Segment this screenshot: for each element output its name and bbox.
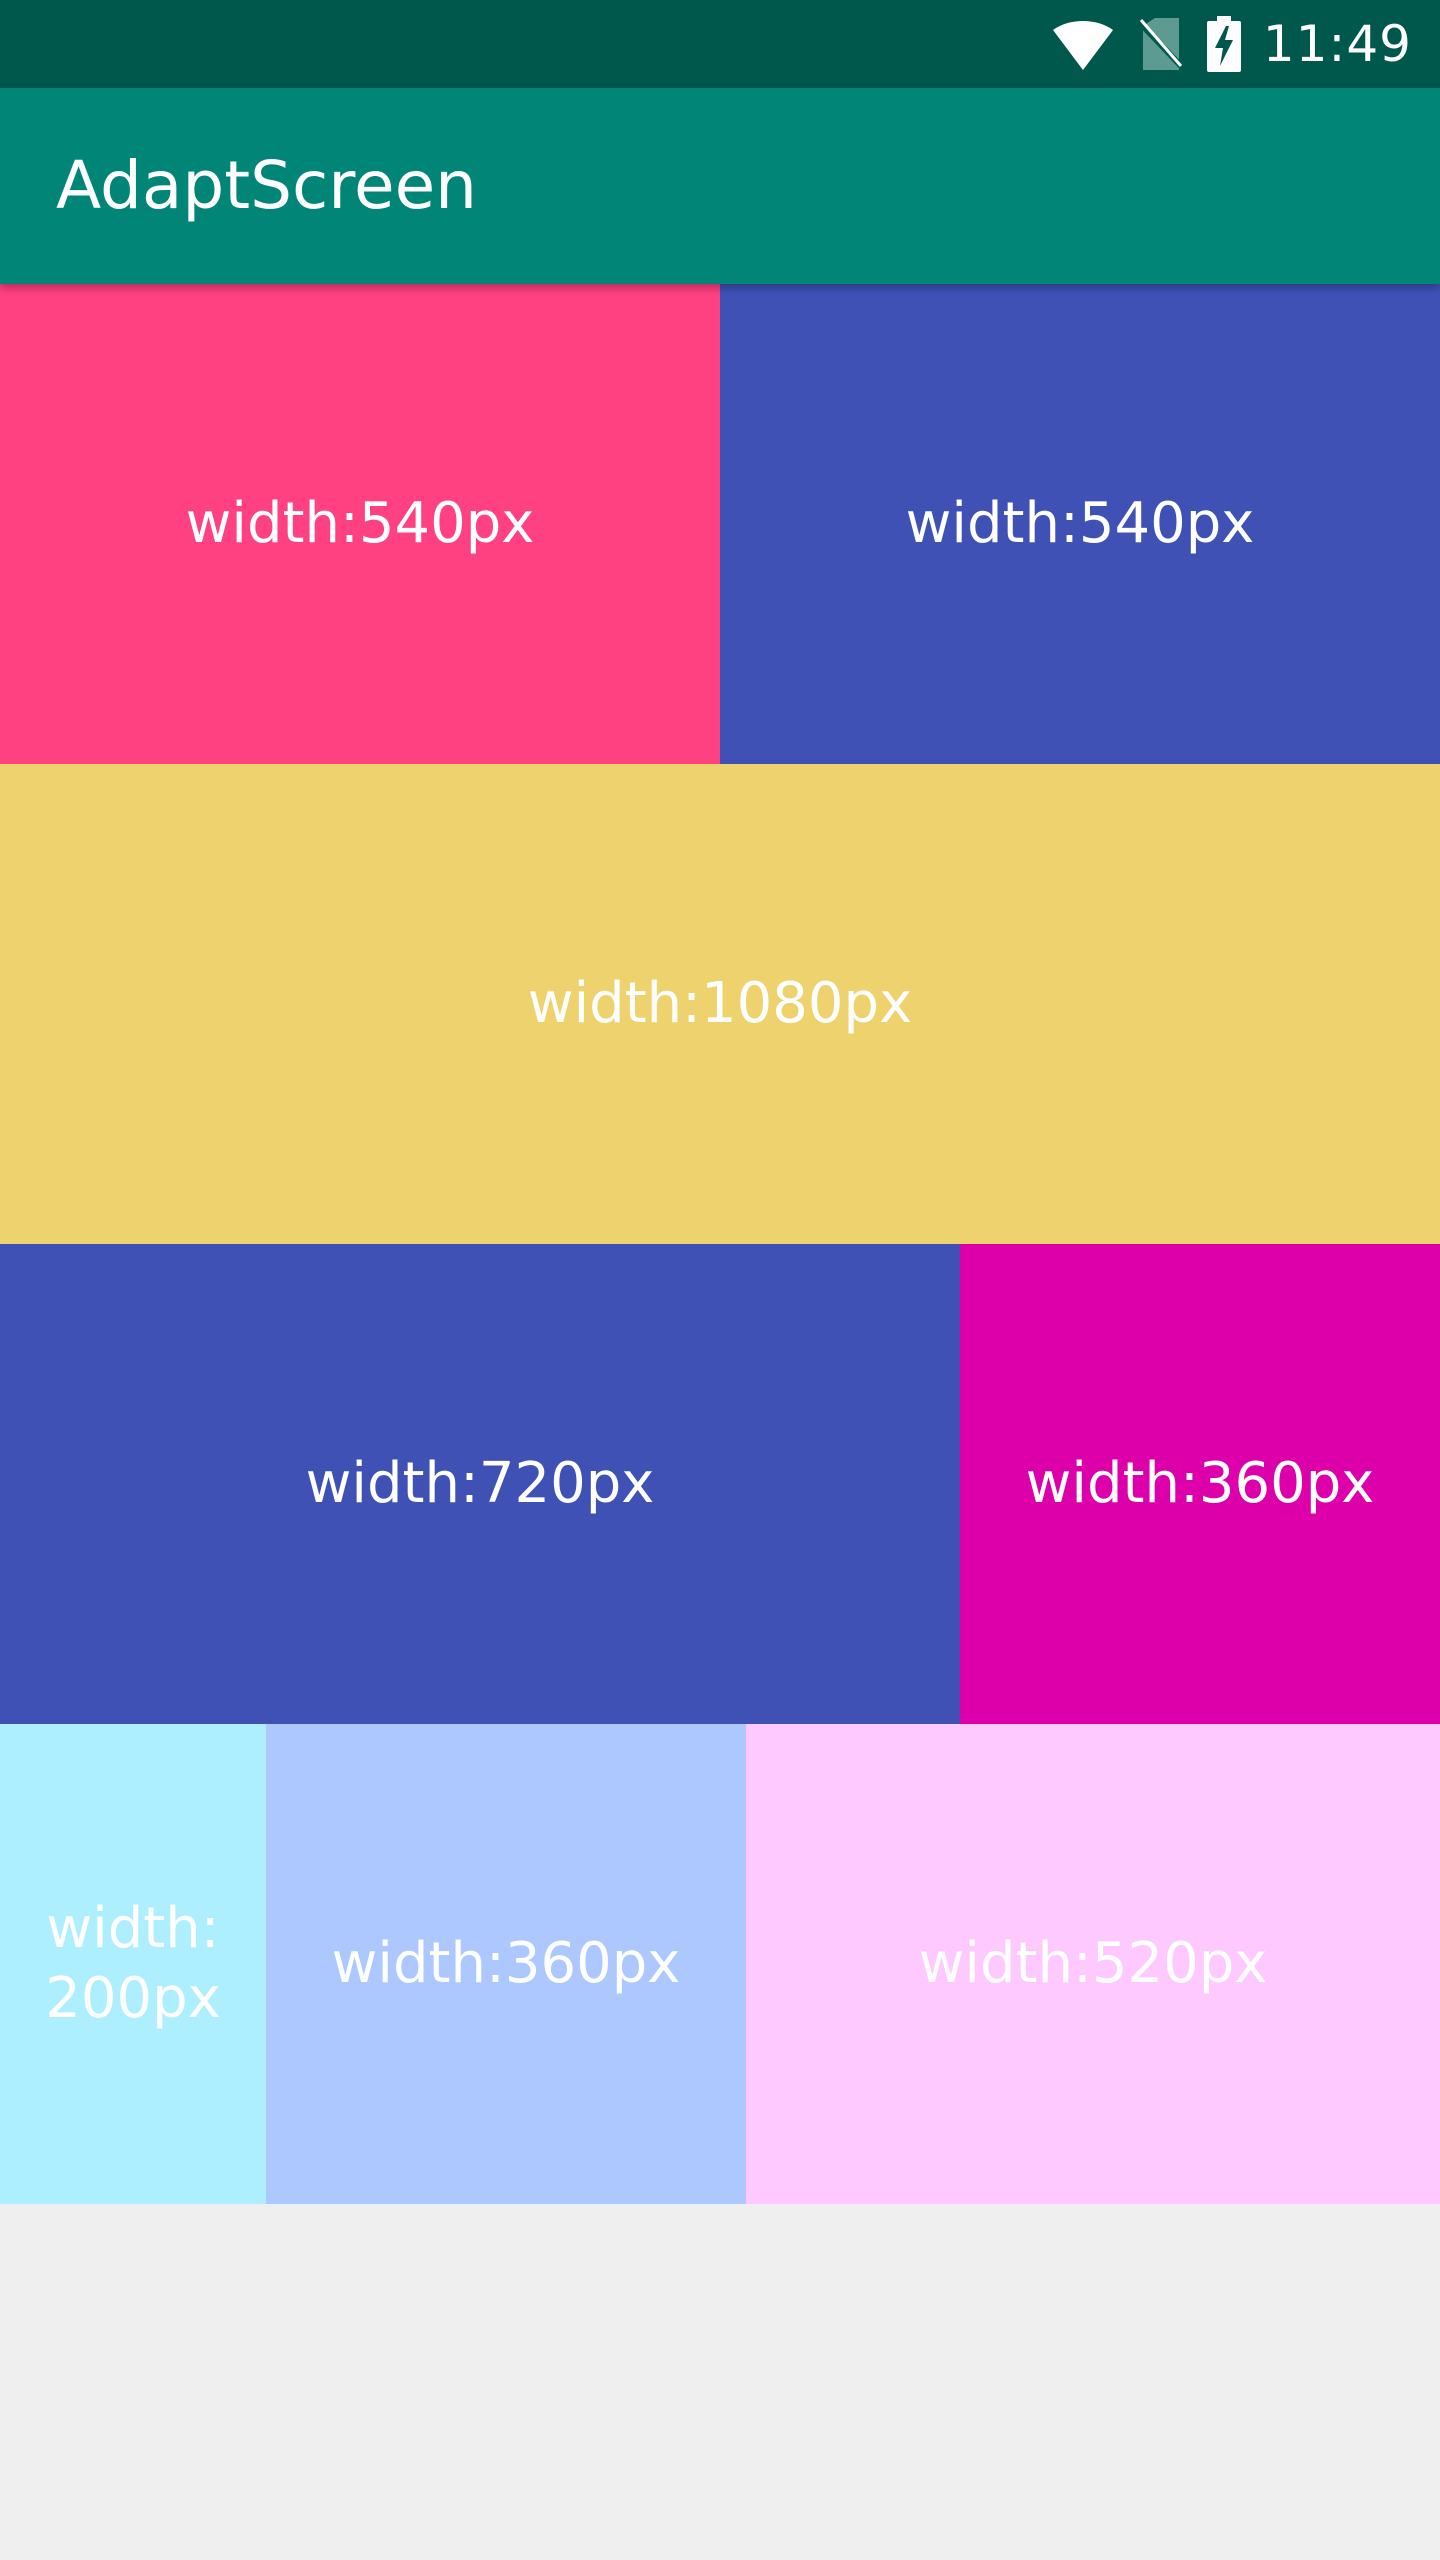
block-width-200: width: 200px (0, 1724, 266, 2204)
block-width-540-pink: width:540px (0, 284, 720, 764)
wifi-icon (1051, 16, 1115, 72)
battery-charging-icon (1206, 16, 1241, 72)
row-4: width: 200px width:360px width:520px (0, 1724, 1440, 2204)
block-width-540-indigo: width:540px (720, 284, 1440, 764)
block-label: width:360px (331, 1931, 681, 1996)
block-width-720: width:720px (0, 1244, 960, 1724)
no-sim-icon (1138, 16, 1183, 72)
block-label: width:360px (1025, 1451, 1375, 1516)
block-label: width: 200px (45, 1896, 221, 2031)
row-2: width:1080px (0, 764, 1440, 1244)
row-1: width:540px width:540px (0, 284, 1440, 764)
block-width-520: width:520px (746, 1724, 1440, 2204)
block-label: width:540px (905, 491, 1255, 556)
app-title: AdaptScreen (56, 147, 478, 224)
block-width-360-magenta: width:360px (960, 1244, 1440, 1724)
block-label: width:540px (185, 491, 535, 556)
block-width-360-blue: width:360px (266, 1724, 746, 2204)
content-area: width:540px width:540px width:1080px wid… (0, 284, 1440, 2204)
status-icons: 11:49 (1027, 0, 1412, 88)
row-3: width:720px width:360px (0, 1244, 1440, 1724)
status-time: 11:49 (1262, 15, 1412, 73)
block-width-1080: width:1080px (0, 764, 1440, 1244)
block-label: width:1080px (527, 971, 913, 1036)
app-bar: AdaptScreen (0, 88, 1440, 284)
status-bar: 11:49 (0, 0, 1440, 88)
block-label: width:520px (918, 1931, 1268, 1996)
block-label: width:720px (305, 1451, 655, 1516)
